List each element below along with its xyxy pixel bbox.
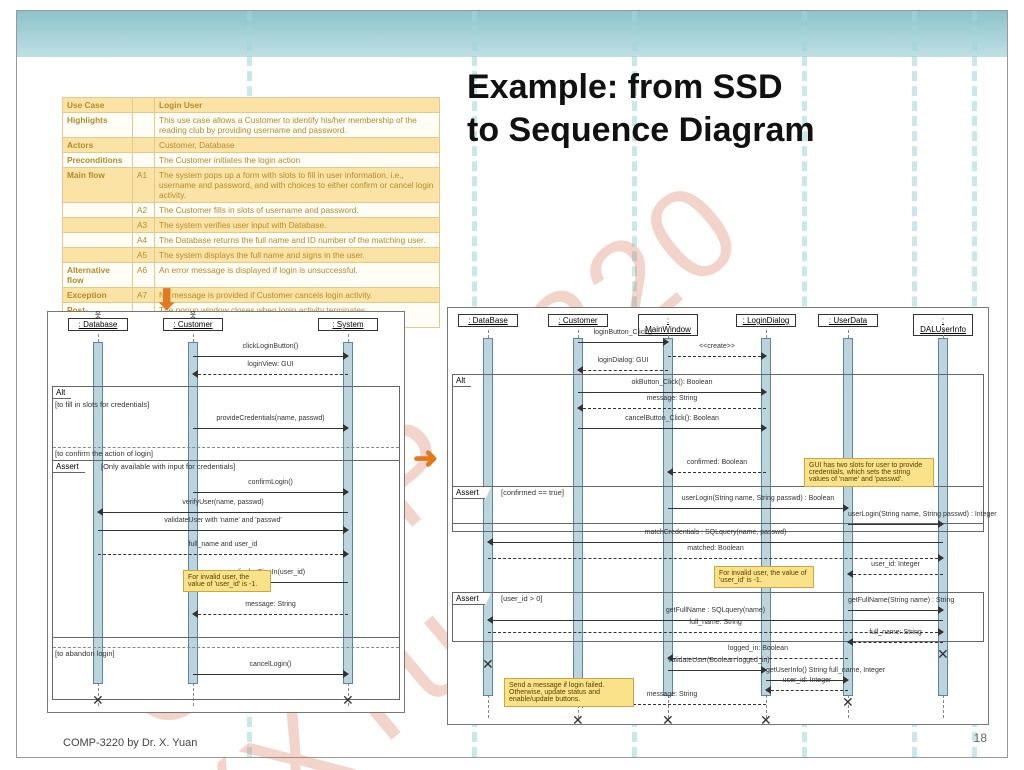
message-arrow: cancelButton_Click(): Boolean	[578, 424, 766, 434]
lifeline-head: : Customer	[548, 314, 608, 327]
lifeline-head: : System	[318, 318, 378, 331]
note: GUI has two slots for user to provide cr…	[804, 458, 934, 487]
destroy-icon: ✕	[482, 656, 494, 673]
message-arrow: <<create>>	[668, 352, 766, 362]
destroy-icon: ✕	[662, 712, 674, 729]
sequence-diagram: : DataBase: Customer: MainWindow: LoginD…	[447, 307, 989, 725]
message-arrow: validateUser with 'name' and 'passwd'	[98, 526, 348, 536]
note: For invalid user, the value of 'user_id'…	[714, 566, 814, 588]
lifeline-head: : LoginDialog	[736, 314, 796, 327]
lifeline-head: 웃: Database	[68, 318, 128, 331]
lifeline-head: 웃: Customer	[163, 318, 223, 331]
lifeline-head: : DataBase	[458, 314, 518, 327]
destroy-icon: ✕	[342, 692, 354, 709]
destroy-icon: ✕	[760, 712, 772, 729]
message-arrow: full_name and user_id	[98, 550, 348, 560]
message-arrow: message: String	[578, 404, 766, 414]
use-case-table: Use CaseLogin UserHighlightsThis use cas…	[62, 97, 440, 328]
message-arrow: full_name: String	[848, 638, 943, 648]
lifeline-head: : UserData	[818, 314, 878, 327]
title-line2: to Sequence Diagram	[467, 111, 815, 149]
slide-title: Example: from SSD to Sequence Diagram	[467, 66, 815, 151]
message-arrow: confirmed: Boolean	[668, 468, 766, 478]
title-line1: Example: from SSD	[467, 68, 783, 106]
message-arrow: user_id: Integer	[766, 686, 848, 696]
destroy-icon: ✕	[842, 694, 854, 711]
message-arrow: userLogin(String name, String passwd) : …	[668, 504, 848, 514]
message-arrow: loginView: GUI	[193, 370, 348, 380]
message-arrow: user_id: Integer	[848, 570, 943, 580]
footer-text: COMP-3220 by Dr. X. Yuan	[63, 737, 197, 749]
destroy-icon: ✕	[937, 646, 949, 663]
note: Send a message if login failed. Otherwis…	[504, 678, 634, 707]
note: For invalid user, the value of 'user_id'…	[183, 570, 271, 592]
message-arrow: confirmLogin()	[193, 488, 348, 498]
right-arrow-icon: ➜	[413, 441, 438, 476]
message-arrow: loginDialog: GUI	[578, 366, 668, 376]
top-band	[17, 11, 1007, 57]
message-arrow: validateUser(Boolean logged_in)	[668, 666, 766, 676]
message-arrow: provideCredentials(name, passwd)	[193, 424, 348, 434]
destroy-icon: ✕	[572, 712, 584, 729]
slide-frame: COMP-3220 (XYuan) Example: from SSD to S…	[16, 10, 1008, 758]
message-arrow: cancelLogin()	[193, 670, 348, 680]
ssd-diagram: 웃: Database웃: Customer: SystemAlt[to fil…	[47, 311, 405, 713]
message-arrow: message: String	[193, 610, 348, 620]
message-arrow: loginButton_Click()	[578, 338, 668, 348]
destroy-icon: ✕	[92, 692, 104, 709]
page-number: 18	[974, 731, 987, 745]
